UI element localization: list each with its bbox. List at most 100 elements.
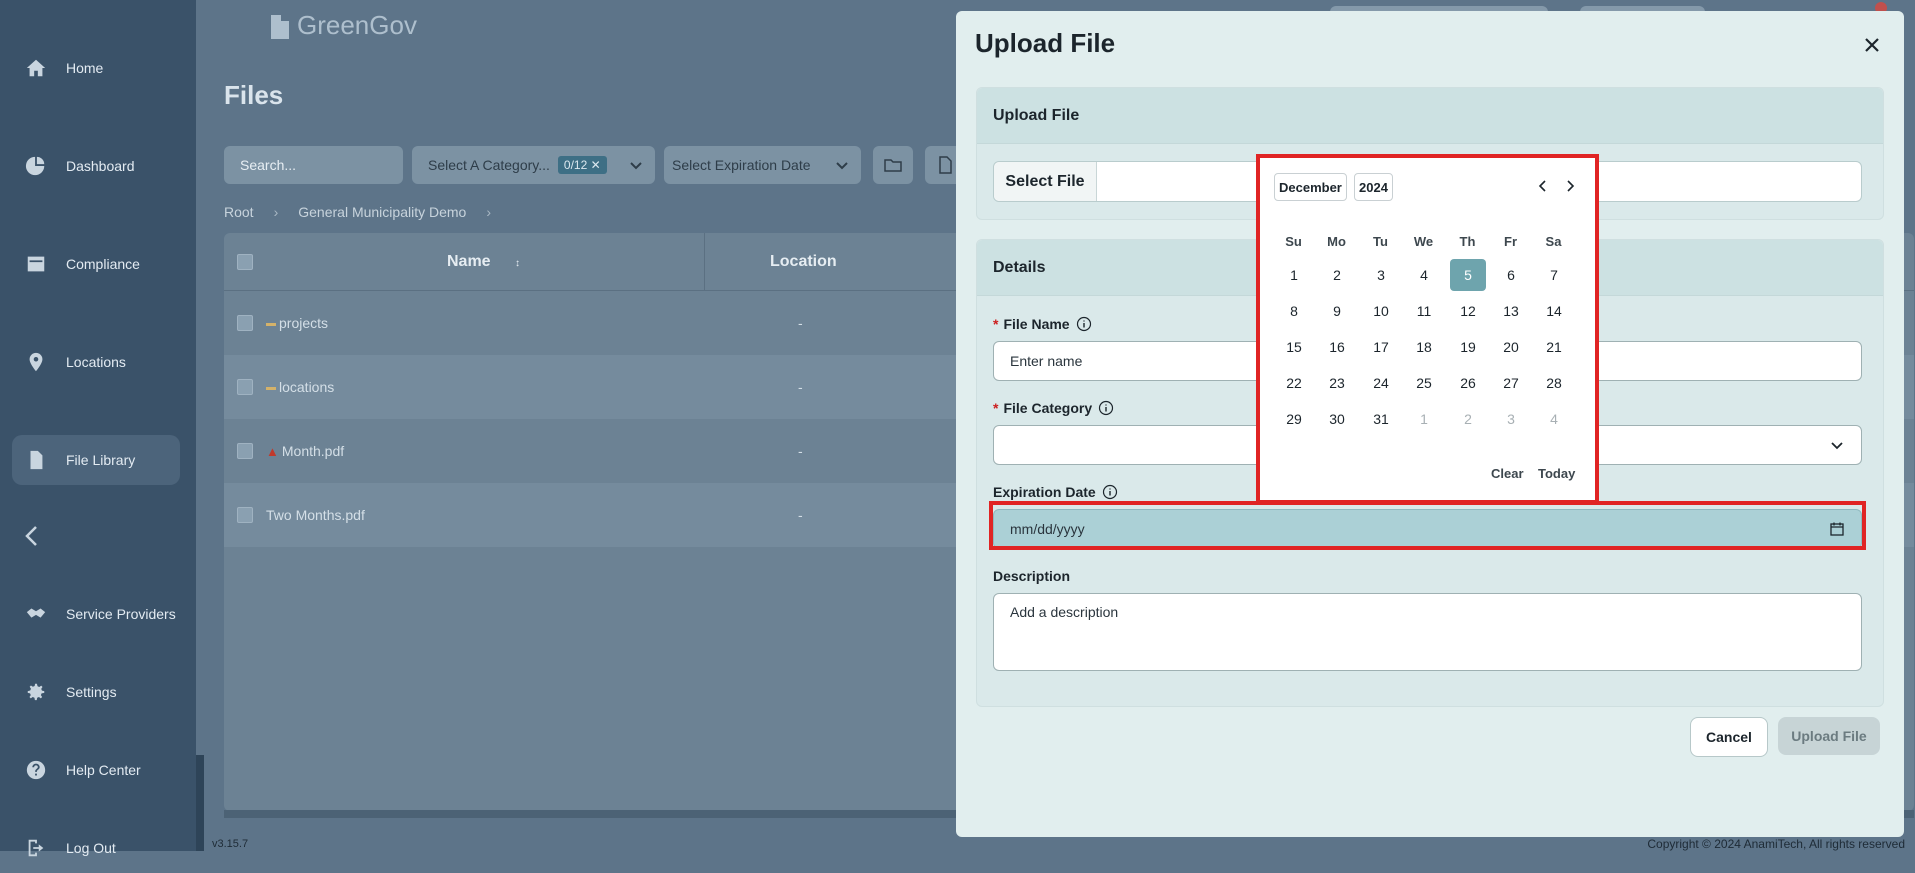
- sidebar-scrollbar[interactable]: [196, 755, 204, 851]
- gear-icon: [24, 680, 48, 704]
- sidebar-item-label: File Library: [66, 452, 136, 468]
- expiration-label-text: Expiration Date: [993, 484, 1096, 500]
- sidebar-item-label: Log Out: [66, 840, 116, 856]
- compliance-icon: [24, 252, 48, 276]
- chevron-down-icon: [630, 162, 642, 170]
- app-logo: GreenGov: [267, 10, 417, 41]
- select-all-checkbox[interactable]: [237, 254, 253, 270]
- file-name-text: Month.pdf: [281, 443, 345, 459]
- row-checkbox[interactable]: [237, 379, 253, 395]
- breadcrumb-item-root[interactable]: Root: [224, 204, 254, 220]
- category-count-badge[interactable]: 0/12 ✕: [557, 156, 607, 174]
- file-name-text: locations: [279, 379, 335, 395]
- highlight-box: [1256, 154, 1599, 504]
- app-logo-text: GreenGov: [297, 10, 417, 40]
- file-name[interactable]: ▲ Month.pdf: [266, 443, 344, 459]
- column-divider: [704, 233, 705, 290]
- expiration-select-placeholder: Select Expiration Date: [672, 157, 811, 173]
- file-name-label-text: File Name: [1003, 316, 1070, 332]
- sidebar-item-log-out[interactable]: Log Out: [12, 823, 180, 873]
- sidebar-item-help-center[interactable]: Help Center: [12, 745, 180, 795]
- sidebar-item-file-library[interactable]: File Library: [12, 435, 180, 485]
- home-icon: [24, 56, 48, 80]
- category-count: 0/12: [563, 158, 588, 172]
- description-placeholder: Add a description: [1010, 604, 1119, 620]
- folder-icon: ▬: [266, 317, 276, 329]
- chevron-right-icon: ›: [486, 204, 491, 220]
- modal-title: Upload File: [975, 28, 1116, 58]
- cancel-button[interactable]: Cancel: [1690, 717, 1768, 757]
- file-name-placeholder: Enter name: [1010, 353, 1083, 369]
- warning-icon: ▲: [266, 443, 279, 459]
- file-name[interactable]: Two Months.pdf: [266, 507, 365, 523]
- column-header-name[interactable]: Name ↕: [447, 253, 520, 271]
- sidebar-item-settings[interactable]: Settings: [12, 667, 180, 717]
- file-name-text: projects: [279, 315, 329, 331]
- row-checkbox[interactable]: [237, 443, 253, 459]
- collapse-sidebar-icon[interactable]: [20, 524, 44, 548]
- file-location: -: [798, 315, 803, 331]
- expiration-date-select[interactable]: Select Expiration Date: [664, 146, 861, 184]
- file-name[interactable]: ▬ projects: [266, 315, 328, 331]
- location-pin-icon: [24, 350, 48, 374]
- required-marker: *: [993, 400, 999, 416]
- sidebar-item-label: Locations: [66, 354, 126, 370]
- description-field[interactable]: Add a description: [993, 593, 1862, 671]
- info-icon[interactable]: [1098, 400, 1114, 416]
- sidebar: Home Dashboard Compliance Locations File…: [0, 0, 196, 857]
- sidebar-item-label: Dashboard: [66, 158, 135, 174]
- file-icon: [24, 448, 48, 472]
- upload-section-title: Upload File: [977, 88, 1883, 144]
- file-name-label: * File Name: [993, 316, 1092, 332]
- file-location: -: [798, 379, 803, 395]
- close-icon: [1865, 38, 1879, 52]
- row-checkbox[interactable]: [237, 315, 253, 331]
- page-title: Files: [224, 80, 284, 110]
- copyright-text: Copyright © 2024 AnamiTech, All rights r…: [1647, 837, 1905, 851]
- sidebar-item-label: Settings: [66, 684, 117, 700]
- sidebar-item-label: Service Providers: [66, 606, 176, 622]
- info-icon[interactable]: [1076, 316, 1092, 332]
- sidebar-item-home[interactable]: Home: [12, 43, 180, 93]
- file-name-text: Two Months.pdf: [266, 507, 365, 523]
- column-header-label: Name: [447, 253, 491, 270]
- sidebar-item-locations[interactable]: Locations: [12, 337, 180, 387]
- info-icon[interactable]: [1102, 484, 1118, 500]
- chevron-right-icon: ›: [273, 204, 279, 220]
- upload-file-button[interactable]: Upload File: [1778, 717, 1880, 755]
- sidebar-item-label: Home: [66, 60, 104, 76]
- search-input[interactable]: Search...: [224, 146, 403, 184]
- expiration-date-label: Expiration Date: [993, 484, 1118, 500]
- document-icon: [939, 156, 952, 174]
- new-folder-button[interactable]: [873, 146, 913, 184]
- breadcrumb: Root › General Municipality Demo ›: [224, 204, 511, 220]
- category-select-placeholder: Select A Category...: [428, 157, 550, 173]
- building-icon: [271, 14, 289, 39]
- description-label-text: Description: [993, 568, 1071, 584]
- handshake-icon: [24, 602, 48, 626]
- file-name[interactable]: ▬ locations: [266, 379, 334, 395]
- sidebar-item-label: Compliance: [66, 256, 140, 272]
- sidebar-item-service-providers[interactable]: Service Providers: [12, 589, 180, 639]
- file-location: -: [798, 507, 803, 523]
- select-file-button[interactable]: Select File: [994, 162, 1097, 201]
- highlight-box: [989, 501, 1866, 550]
- app-version: v3.15.7: [212, 838, 249, 850]
- breadcrumb-item[interactable]: General Municipality Demo: [298, 204, 466, 220]
- logout-icon: [24, 836, 48, 860]
- required-marker: *: [993, 316, 999, 332]
- column-header-location[interactable]: Location: [770, 253, 837, 271]
- help-icon: [24, 758, 48, 782]
- description-label: Description: [993, 568, 1070, 584]
- file-category-label-text: File Category: [1003, 400, 1093, 416]
- chevron-down-icon: [1831, 442, 1843, 450]
- sidebar-item-compliance[interactable]: Compliance: [12, 239, 180, 289]
- sidebar-item-dashboard[interactable]: Dashboard: [12, 141, 180, 191]
- file-category-label: * File Category: [993, 400, 1114, 416]
- row-checkbox[interactable]: [237, 507, 253, 523]
- category-select[interactable]: Select A Category... 0/12 ✕: [412, 146, 655, 184]
- sidebar-item-label: Help Center: [66, 762, 141, 778]
- sort-icon[interactable]: ↕: [515, 258, 520, 269]
- file-location: -: [798, 443, 803, 459]
- close-button[interactable]: [1860, 33, 1884, 57]
